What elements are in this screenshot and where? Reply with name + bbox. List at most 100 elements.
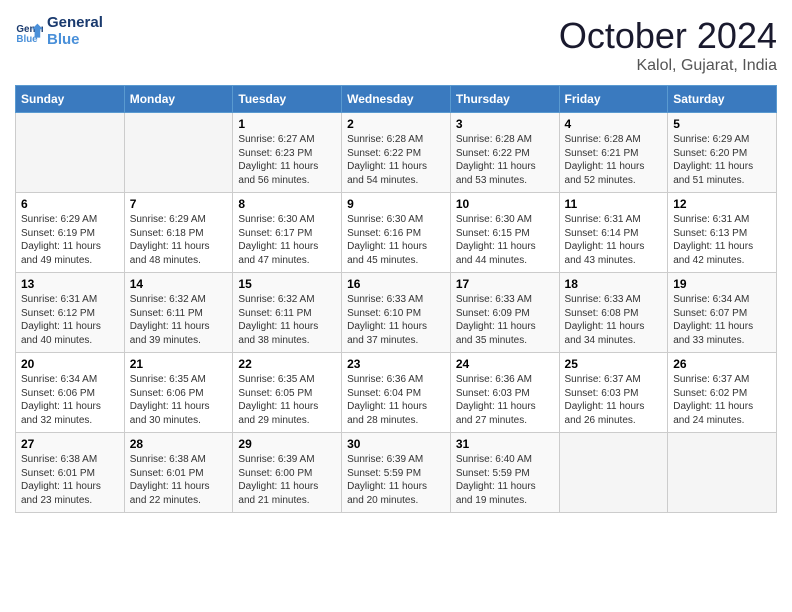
weekday-header-thursday: Thursday — [450, 86, 559, 113]
day-number: 12 — [673, 197, 771, 211]
day-info: Sunrise: 6:38 AM Sunset: 6:01 PM Dayligh… — [21, 453, 119, 507]
logo-text-blue: Blue — [47, 32, 103, 49]
logo-icon: General Blue — [15, 18, 43, 46]
day-number: 13 — [21, 277, 119, 291]
day-number: 27 — [21, 437, 119, 451]
calendar-week-4: 20 Sunrise: 6:34 AM Sunset: 6:06 PM Dayli… — [16, 353, 777, 433]
calendar-cell: 10 Sunrise: 6:30 AM Sunset: 6:15 PM Dayli… — [450, 193, 559, 273]
day-info: Sunrise: 6:29 AM Sunset: 6:19 PM Dayligh… — [21, 213, 119, 267]
calendar-cell: 21 Sunrise: 6:35 AM Sunset: 6:06 PM Dayli… — [124, 353, 233, 433]
day-info: Sunrise: 6:32 AM Sunset: 6:11 PM Dayligh… — [130, 293, 228, 347]
day-number: 21 — [130, 357, 228, 371]
day-number: 31 — [456, 437, 554, 451]
calendar-cell: 22 Sunrise: 6:35 AM Sunset: 6:05 PM Dayli… — [233, 353, 342, 433]
weekday-header-wednesday: Wednesday — [342, 86, 451, 113]
calendar-cell: 24 Sunrise: 6:36 AM Sunset: 6:03 PM Dayli… — [450, 353, 559, 433]
calendar-cell: 12 Sunrise: 6:31 AM Sunset: 6:13 PM Dayli… — [668, 193, 777, 273]
day-number: 14 — [130, 277, 228, 291]
calendar-cell: 6 Sunrise: 6:29 AM Sunset: 6:19 PM Daylig… — [16, 193, 125, 273]
day-info: Sunrise: 6:30 AM Sunset: 6:15 PM Dayligh… — [456, 213, 554, 267]
day-info: Sunrise: 6:31 AM Sunset: 6:13 PM Dayligh… — [673, 213, 771, 267]
day-number: 10 — [456, 197, 554, 211]
calendar-cell — [668, 433, 777, 513]
calendar-cell: 15 Sunrise: 6:32 AM Sunset: 6:11 PM Dayli… — [233, 273, 342, 353]
day-info: Sunrise: 6:31 AM Sunset: 6:14 PM Dayligh… — [565, 213, 663, 267]
day-number: 11 — [565, 197, 663, 211]
month-title: October 2024 — [559, 15, 777, 57]
calendar-cell: 9 Sunrise: 6:30 AM Sunset: 6:16 PM Daylig… — [342, 193, 451, 273]
day-number: 9 — [347, 197, 445, 211]
day-info: Sunrise: 6:28 AM Sunset: 6:22 PM Dayligh… — [456, 133, 554, 187]
day-number: 25 — [565, 357, 663, 371]
day-info: Sunrise: 6:36 AM Sunset: 6:03 PM Dayligh… — [456, 373, 554, 427]
day-info: Sunrise: 6:40 AM Sunset: 5:59 PM Dayligh… — [456, 453, 554, 507]
day-info: Sunrise: 6:28 AM Sunset: 6:21 PM Dayligh… — [565, 133, 663, 187]
day-number: 7 — [130, 197, 228, 211]
day-number: 15 — [238, 277, 336, 291]
day-info: Sunrise: 6:32 AM Sunset: 6:11 PM Dayligh… — [238, 293, 336, 347]
day-info: Sunrise: 6:33 AM Sunset: 6:10 PM Dayligh… — [347, 293, 445, 347]
day-number: 30 — [347, 437, 445, 451]
day-info: Sunrise: 6:38 AM Sunset: 6:01 PM Dayligh… — [130, 453, 228, 507]
day-info: Sunrise: 6:39 AM Sunset: 5:59 PM Dayligh… — [347, 453, 445, 507]
calendar-table: SundayMondayTuesdayWednesdayThursdayFrid… — [15, 85, 777, 513]
day-number: 1 — [238, 117, 336, 131]
calendar-cell: 26Sunrise: 6:37 AM Sunset: 6:02 PM Dayli… — [668, 353, 777, 433]
day-info: Sunrise: 6:29 AM Sunset: 6:18 PM Dayligh… — [130, 213, 228, 267]
calendar-week-5: 27 Sunrise: 6:38 AM Sunset: 6:01 PM Dayli… — [16, 433, 777, 513]
day-number: 8 — [238, 197, 336, 211]
day-number: 24 — [456, 357, 554, 371]
day-number: 28 — [130, 437, 228, 451]
day-number: 2 — [347, 117, 445, 131]
day-info: Sunrise: 6:37 AM Sunset: 6:03 PM Dayligh… — [565, 373, 663, 427]
calendar-week-2: 6 Sunrise: 6:29 AM Sunset: 6:19 PM Daylig… — [16, 193, 777, 273]
day-number: 18 — [565, 277, 663, 291]
calendar-cell: 5Sunrise: 6:29 AM Sunset: 6:20 PM Daylig… — [668, 113, 777, 193]
day-info: Sunrise: 6:35 AM Sunset: 6:05 PM Dayligh… — [238, 373, 336, 427]
day-number: 22 — [238, 357, 336, 371]
calendar-cell: 16Sunrise: 6:33 AM Sunset: 6:10 PM Dayli… — [342, 273, 451, 353]
day-number: 20 — [21, 357, 119, 371]
day-info: Sunrise: 6:28 AM Sunset: 6:22 PM Dayligh… — [347, 133, 445, 187]
day-info: Sunrise: 6:33 AM Sunset: 6:09 PM Dayligh… — [456, 293, 554, 347]
weekday-header-saturday: Saturday — [668, 86, 777, 113]
location: Kalol, Gujarat, India — [559, 57, 777, 75]
day-number: 6 — [21, 197, 119, 211]
calendar-cell: 18 Sunrise: 6:33 AM Sunset: 6:08 PM Dayli… — [559, 273, 668, 353]
day-info: Sunrise: 6:31 AM Sunset: 6:12 PM Dayligh… — [21, 293, 119, 347]
day-number: 19 — [673, 277, 771, 291]
logo-text-general: General — [47, 15, 103, 32]
day-info: Sunrise: 6:30 AM Sunset: 6:16 PM Dayligh… — [347, 213, 445, 267]
weekday-header-friday: Friday — [559, 86, 668, 113]
day-info: Sunrise: 6:39 AM Sunset: 6:00 PM Dayligh… — [238, 453, 336, 507]
weekday-header-sunday: Sunday — [16, 86, 125, 113]
calendar-cell: 31 Sunrise: 6:40 AM Sunset: 5:59 PM Dayli… — [450, 433, 559, 513]
logo: General Blue General Blue — [15, 15, 103, 48]
calendar-cell: 25 Sunrise: 6:37 AM Sunset: 6:03 PM Dayli… — [559, 353, 668, 433]
calendar-cell: 30 Sunrise: 6:39 AM Sunset: 5:59 PM Dayli… — [342, 433, 451, 513]
calendar-cell: 29Sunrise: 6:39 AM Sunset: 6:00 PM Dayli… — [233, 433, 342, 513]
day-info: Sunrise: 6:34 AM Sunset: 6:07 PM Dayligh… — [673, 293, 771, 347]
calendar-cell — [124, 113, 233, 193]
day-number: 17 — [456, 277, 554, 291]
calendar-week-3: 13 Sunrise: 6:31 AM Sunset: 6:12 PM Dayli… — [16, 273, 777, 353]
calendar-cell: 4Sunrise: 6:28 AM Sunset: 6:21 PM Daylig… — [559, 113, 668, 193]
calendar-cell — [559, 433, 668, 513]
day-info: Sunrise: 6:34 AM Sunset: 6:06 PM Dayligh… — [21, 373, 119, 427]
calendar-week-1: 1 Sunrise: 6:27 AM Sunset: 6:23 PM Daylig… — [16, 113, 777, 193]
calendar-cell: 17 Sunrise: 6:33 AM Sunset: 6:09 PM Dayli… — [450, 273, 559, 353]
calendar-cell: 14 Sunrise: 6:32 AM Sunset: 6:11 PM Dayli… — [124, 273, 233, 353]
weekday-header-monday: Monday — [124, 86, 233, 113]
calendar-cell: 1 Sunrise: 6:27 AM Sunset: 6:23 PM Daylig… — [233, 113, 342, 193]
weekday-header-row: SundayMondayTuesdayWednesdayThursdayFrid… — [16, 86, 777, 113]
day-info: Sunrise: 6:27 AM Sunset: 6:23 PM Dayligh… — [238, 133, 336, 187]
calendar-cell: 3Sunrise: 6:28 AM Sunset: 6:22 PM Daylig… — [450, 113, 559, 193]
calendar-cell: 28 Sunrise: 6:38 AM Sunset: 6:01 PM Dayli… — [124, 433, 233, 513]
day-info: Sunrise: 6:35 AM Sunset: 6:06 PM Dayligh… — [130, 373, 228, 427]
calendar-cell: 20 Sunrise: 6:34 AM Sunset: 6:06 PM Dayli… — [16, 353, 125, 433]
calendar-cell: 13 Sunrise: 6:31 AM Sunset: 6:12 PM Dayli… — [16, 273, 125, 353]
day-info: Sunrise: 6:33 AM Sunset: 6:08 PM Dayligh… — [565, 293, 663, 347]
title-area: October 2024 Kalol, Gujarat, India — [559, 15, 777, 75]
calendar-cell: 7 Sunrise: 6:29 AM Sunset: 6:18 PM Daylig… — [124, 193, 233, 273]
calendar-cell — [16, 113, 125, 193]
